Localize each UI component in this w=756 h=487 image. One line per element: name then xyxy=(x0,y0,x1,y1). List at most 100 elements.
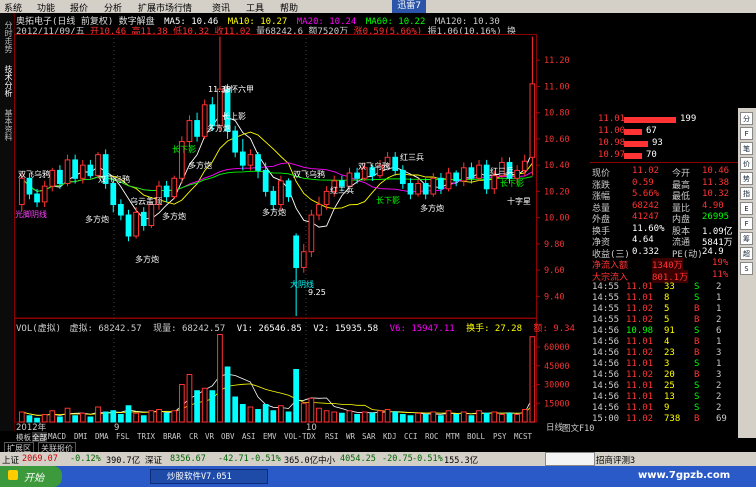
quote-value: 11.02 xyxy=(632,166,660,176)
candle-body xyxy=(399,169,406,185)
volume-bar xyxy=(118,414,124,423)
formula-tab-cr[interactable]: CR xyxy=(189,432,198,441)
price-tick-label: 10.60 xyxy=(544,135,570,145)
toolbar-icon-3[interactable]: 价 xyxy=(740,157,753,170)
formula-tab-roc[interactable]: ROC xyxy=(425,432,439,441)
tick-side: B xyxy=(694,304,700,314)
quote-row: 换手 11.60% 股本 1.09亿 xyxy=(590,223,738,237)
formula-tab-trix[interactable]: TRIX xyxy=(137,432,155,441)
tick-price: 11.01 xyxy=(626,337,654,347)
site-watermark: www.7gpzb.com xyxy=(638,470,731,481)
sz-change: -0.51% xyxy=(250,454,281,464)
candle-body xyxy=(87,164,94,177)
volume-bar xyxy=(217,334,223,423)
volume-bar xyxy=(339,412,345,423)
tick-side: S xyxy=(694,381,700,391)
menu-analysis[interactable]: 分析 xyxy=(104,1,122,14)
volume-bar xyxy=(201,387,208,423)
toolbar-icon-1[interactable]: F xyxy=(740,127,753,140)
order-volume: 67 xyxy=(646,126,657,136)
formula-tab-asi[interactable]: ASI xyxy=(242,432,256,441)
formula-tab-mcst[interactable]: MCST xyxy=(514,432,532,441)
formula-tab-dma[interactable]: DMA xyxy=(95,432,109,441)
toolbar-icon-10[interactable]: S xyxy=(740,262,753,275)
quote-value: 0.59 xyxy=(632,177,654,188)
start-button[interactable]: 开始 xyxy=(0,466,62,487)
vol-virtual: 虚拟: 68242.57 xyxy=(69,324,142,334)
formula-tab-fsl[interactable]: FSL xyxy=(116,432,130,441)
quote-row: 收益(三) 0.332 PE(动) 24.9 xyxy=(590,247,738,260)
date-tick-label: 日线 xyxy=(546,422,564,432)
formula-tab-dmi[interactable]: DMI xyxy=(74,432,88,441)
quote-value: 26995 xyxy=(702,212,730,222)
candle-body xyxy=(415,183,421,195)
quote-value: 11.60% xyxy=(632,223,665,234)
volume-bar xyxy=(323,410,330,423)
toolbar-icon-7[interactable]: F xyxy=(740,217,753,230)
volume-bar xyxy=(232,396,239,423)
menu-extended-market[interactable]: 扩展市场行情 xyxy=(138,1,192,14)
formula-tab-boll[interactable]: BOLL xyxy=(467,432,485,441)
toolbar-icon-5[interactable]: 指 xyxy=(740,187,753,200)
formula-tab-macd[interactable]: MACD xyxy=(48,432,66,441)
toolbar-icon-4[interactable]: 势 xyxy=(740,172,753,185)
volume-bar xyxy=(293,369,300,423)
candle-body xyxy=(34,193,40,203)
toolbar-icon-9[interactable]: 超 xyxy=(740,247,753,260)
formula-tab-sar[interactable]: SAR xyxy=(362,432,376,441)
order-book-row: 11.01 199 xyxy=(590,114,738,126)
kline-chart[interactable]: 11.20 11.00 10.80 10.60 10.40 10.20 10.00 9.80 9… xyxy=(14,34,590,432)
formula-tab-obv[interactable]: OBV xyxy=(221,432,235,441)
volume-bar xyxy=(316,407,322,423)
f10-link[interactable]: 图文F10 xyxy=(562,422,594,434)
formula-tab-mtm[interactable]: MTM xyxy=(446,432,460,441)
formula-tab-cci[interactable]: CCI xyxy=(404,432,418,441)
price-tick-label: 9.60 xyxy=(544,266,564,276)
pattern-label: 双飞乌鸦 xyxy=(18,169,50,179)
tick-count: 2 xyxy=(716,315,722,325)
tick-time: 14:55 xyxy=(592,293,620,303)
formula-tab-psy[interactable]: PSY xyxy=(493,432,507,441)
menu-help[interactable]: 帮助 xyxy=(280,1,298,14)
status-right-text[interactable]: 招商评测3 xyxy=(596,454,635,466)
pattern-label: 多方炮 xyxy=(262,207,286,217)
vol-v1: V1: 26546.85 xyxy=(236,324,302,334)
toolbar-icon-2[interactable]: 笔 xyxy=(740,142,753,155)
menu-quote[interactable]: 报价 xyxy=(70,1,88,14)
volume-bar xyxy=(270,410,277,423)
toolbar-icon-0[interactable]: 分 xyxy=(740,112,753,125)
toolbar-icon-6[interactable]: E xyxy=(740,202,753,215)
tick-side: S xyxy=(694,392,700,402)
formula-tab-vol-tdx[interactable]: VOL-TDX xyxy=(284,432,316,441)
pattern-label: 红三兵 xyxy=(330,185,354,195)
formula-tab-rsi[interactable]: RSI xyxy=(325,432,339,441)
volume-header: VOL(虚拟) 虚拟: 68242.57 现量: 68242.57 V1: 26… xyxy=(16,321,575,334)
formula-tab-wr[interactable]: WR xyxy=(346,432,355,441)
menu-function[interactable]: 功能 xyxy=(37,1,55,14)
formula-tab-vr[interactable]: VR xyxy=(205,432,214,441)
volume-bar xyxy=(57,416,63,423)
price-tick-label: 11.00 xyxy=(544,82,570,92)
volume-bar xyxy=(247,406,254,423)
pattern-label: 十字星 xyxy=(507,196,531,206)
formula-tab-emv[interactable]: EMV xyxy=(263,432,277,441)
tab-intraday[interactable]: 分时走势 xyxy=(1,21,13,53)
vol-tick-label: 15000 xyxy=(544,399,570,409)
volume-bar xyxy=(346,410,353,423)
formula-tab-kdj[interactable]: KDJ xyxy=(383,432,397,441)
candle-body xyxy=(392,156,399,171)
volume-bar xyxy=(156,409,162,423)
tab-technical[interactable]: 技术分析 xyxy=(1,65,13,97)
tab-fundamentals[interactable]: 基本资料 xyxy=(1,109,13,141)
sh-value: 2069.07 xyxy=(22,454,58,464)
status-blank-box xyxy=(545,452,595,466)
tick-time: 14:56 xyxy=(592,381,620,391)
toolbar-icon-8[interactable]: 筹 xyxy=(740,232,753,245)
order-volume: 199 xyxy=(680,114,697,124)
tick-side: S xyxy=(694,359,700,369)
menu-tools[interactable]: 工具 xyxy=(246,1,264,14)
tick-volume: 5 xyxy=(664,304,670,314)
formula-tab-brar[interactable]: BRAR xyxy=(163,432,181,441)
menu-info[interactable]: 资讯 xyxy=(212,1,230,14)
taskbar-app-button[interactable]: 炒股软件V7.051 xyxy=(150,469,268,484)
